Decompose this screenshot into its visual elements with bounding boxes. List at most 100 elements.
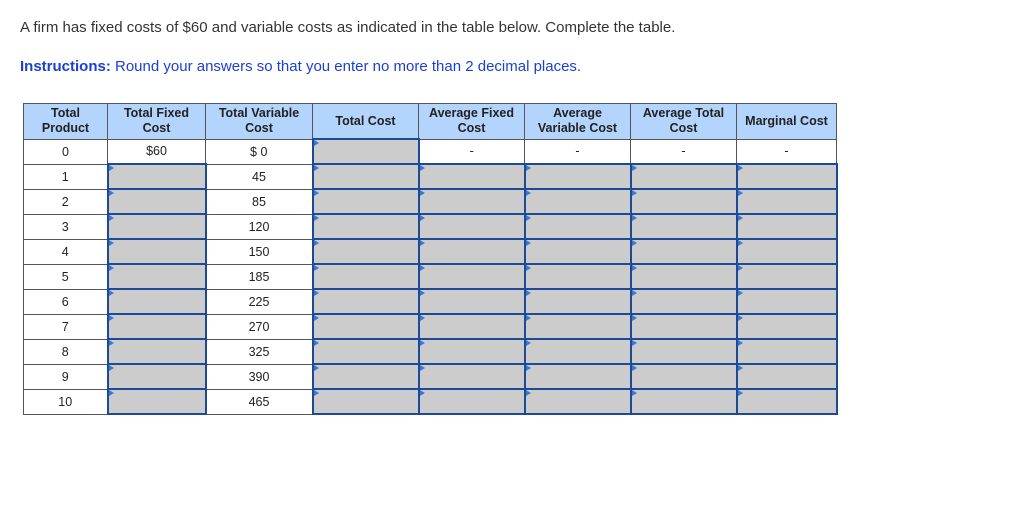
total-fixed-cost-input[interactable] [106, 263, 207, 290]
total-product-cell: 3 [23, 213, 108, 240]
average-fixed-cost-input[interactable] [417, 313, 526, 340]
marginal-cost-input[interactable] [735, 313, 838, 340]
marginal-cost-input[interactable] [735, 388, 838, 415]
total-cost-input[interactable] [311, 313, 420, 340]
header-total-variable-cost: Total Variable Cost [205, 103, 313, 140]
header-text: Cost [142, 121, 171, 136]
instructions-label: Instructions: [20, 58, 111, 75]
question-text: A firm has fixed costs of $60 and variab… [20, 19, 676, 36]
average-total-cost-input[interactable] [629, 163, 738, 190]
average-variable-cost-input[interactable] [523, 288, 632, 315]
total-fixed-cost-input[interactable] [106, 388, 207, 415]
total-fixed-cost-input[interactable] [106, 238, 207, 265]
header-text: Cost [669, 121, 698, 136]
total-cost-input[interactable] [311, 363, 420, 390]
table-row: 8 325 [23, 338, 838, 365]
average-variable-cost-input[interactable] [523, 188, 632, 215]
total-variable-cost-cell: 390 [205, 363, 313, 390]
marginal-cost-cell: - [736, 138, 837, 165]
header-text: Average Fixed [429, 106, 514, 121]
average-fixed-cost-input[interactable] [417, 163, 526, 190]
total-cost-input[interactable] [311, 163, 420, 190]
total-fixed-cost-input[interactable] [106, 213, 207, 240]
average-variable-cost-input[interactable] [523, 363, 632, 390]
average-total-cost-input[interactable] [629, 213, 738, 240]
marginal-cost-input[interactable] [735, 288, 838, 315]
header-text: Average Total [642, 106, 725, 121]
average-total-cost-input[interactable] [629, 238, 738, 265]
total-variable-cost-cell: 45 [205, 163, 313, 190]
average-fixed-cost-input[interactable] [417, 288, 526, 315]
total-cost-input[interactable] [311, 213, 420, 240]
marginal-cost-input[interactable] [735, 363, 838, 390]
total-cost-input[interactable] [311, 138, 420, 165]
marginal-cost-input[interactable] [735, 213, 838, 240]
average-fixed-cost-cell: - [418, 138, 525, 165]
cost-table: Total Product Total Fixed Cost Total Variabl… [23, 103, 838, 415]
average-fixed-cost-input[interactable] [417, 388, 526, 415]
header-average-fixed-cost: Average Fixed Cost [418, 103, 525, 140]
header-text: Cost [245, 121, 273, 136]
average-fixed-cost-input[interactable] [417, 213, 526, 240]
marginal-cost-input[interactable] [735, 188, 838, 215]
average-fixed-cost-input[interactable] [417, 363, 526, 390]
average-total-cost-input[interactable] [629, 188, 738, 215]
total-product-cell: 2 [23, 188, 108, 215]
header-text: Marginal Cost [745, 113, 828, 128]
marginal-cost-input[interactable] [735, 338, 838, 365]
average-fixed-cost-input[interactable] [417, 188, 526, 215]
average-variable-cost-input[interactable] [523, 313, 632, 340]
instructions-text: Round your answers so that you enter no … [110, 58, 582, 75]
total-cost-input[interactable] [311, 188, 420, 215]
average-total-cost-input[interactable] [629, 288, 738, 315]
average-variable-cost-input[interactable] [523, 388, 632, 415]
average-fixed-cost-input[interactable] [417, 338, 526, 365]
average-variable-cost-input[interactable] [523, 263, 632, 290]
average-total-cost-cell: - [630, 138, 737, 165]
average-total-cost-input[interactable] [629, 263, 738, 290]
total-variable-cost-cell: 225 [205, 288, 313, 315]
total-fixed-cost-input[interactable] [106, 338, 207, 365]
table-row: 1 45 [23, 163, 838, 190]
header-text: Total Cost [335, 113, 396, 128]
marginal-cost-input[interactable] [735, 238, 838, 265]
average-total-cost-input[interactable] [629, 338, 738, 365]
header-text: Product [41, 121, 90, 136]
header-text: Total Fixed [123, 106, 190, 121]
total-cost-input[interactable] [311, 238, 420, 265]
average-variable-cost-input[interactable] [523, 238, 632, 265]
total-cost-input[interactable] [311, 388, 420, 415]
header-row: Total Product Total Fixed Cost Total Variabl… [23, 103, 837, 140]
total-cost-input[interactable] [311, 338, 420, 365]
total-fixed-cost-input[interactable] [106, 163, 207, 190]
header-text: Total Variable [218, 106, 300, 121]
header-total-product: Total Product [23, 103, 108, 140]
average-total-cost-input[interactable] [629, 313, 738, 340]
total-variable-cost-cell: 120 [205, 213, 313, 240]
total-cost-input[interactable] [311, 288, 420, 315]
average-fixed-cost-input[interactable] [417, 238, 526, 265]
total-cost-input[interactable] [311, 263, 420, 290]
total-product-cell: 0 [23, 138, 108, 165]
marginal-cost-input[interactable] [735, 263, 838, 290]
total-fixed-cost-input[interactable] [106, 288, 207, 315]
total-fixed-cost-input[interactable] [106, 188, 207, 215]
table-row: 6 225 [23, 288, 838, 315]
average-fixed-cost-input[interactable] [417, 263, 526, 290]
average-variable-cost-input[interactable] [523, 338, 632, 365]
average-variable-cost-cell: - [524, 138, 631, 165]
average-total-cost-input[interactable] [629, 388, 738, 415]
table-row: 2 85 [23, 188, 838, 215]
header-text: Total [51, 106, 80, 121]
total-fixed-cost-input[interactable] [106, 313, 207, 340]
table-row: 9 390 [23, 363, 838, 390]
table-row: 7 270 [23, 313, 838, 340]
average-total-cost-input[interactable] [629, 363, 738, 390]
total-fixed-cost-cell: $60 [107, 138, 206, 165]
header-total-fixed-cost: Total Fixed Cost [107, 103, 206, 140]
total-fixed-cost-input[interactable] [106, 363, 207, 390]
average-variable-cost-input[interactable] [523, 213, 632, 240]
header-text: Variable Cost [537, 121, 618, 136]
average-variable-cost-input[interactable] [523, 163, 632, 190]
marginal-cost-input[interactable] [735, 163, 838, 190]
